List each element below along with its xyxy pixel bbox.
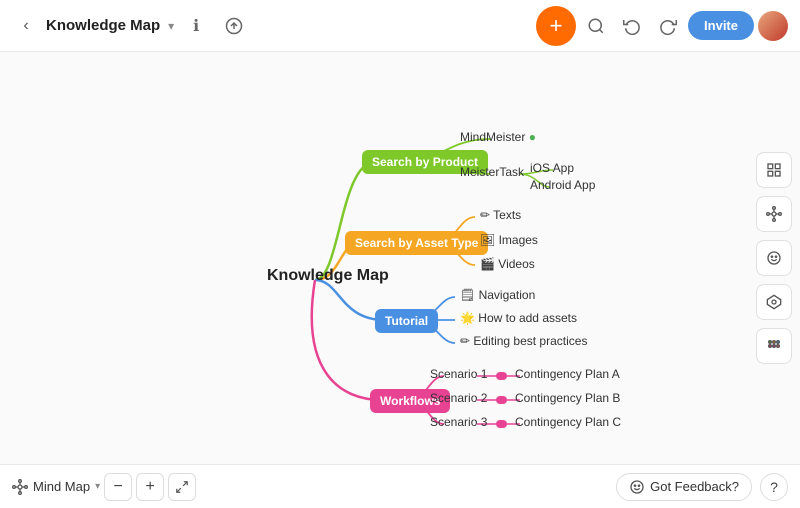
- map-type-caret: ▾: [95, 481, 100, 492]
- apps-button[interactable]: [756, 328, 792, 364]
- right-toolbar: [756, 152, 792, 364]
- map-type-button[interactable]: Mind Map ▾: [12, 479, 100, 495]
- redo-button[interactable]: [652, 10, 684, 42]
- leaf-ios: iOS App: [530, 161, 574, 175]
- add-button[interactable]: +: [536, 6, 576, 46]
- title-caret: ▾: [168, 19, 174, 33]
- help-button[interactable]: ?: [760, 473, 788, 501]
- invite-button[interactable]: Invite: [688, 11, 754, 40]
- leaf-contingency-b: Contingency Plan B: [515, 391, 620, 405]
- leaf-scenario1: Scenario 1: [430, 367, 487, 381]
- search-by-asset-type-node[interactable]: Search by Asset Type: [345, 231, 488, 255]
- header: ‹ Knowledge Map ▾ ℹ + Invite: [0, 0, 800, 52]
- document-title: Knowledge Map: [46, 17, 160, 34]
- info-button[interactable]: ℹ: [180, 10, 212, 42]
- header-left: ‹ Knowledge Map ▾ ℹ: [12, 10, 528, 42]
- layout-button[interactable]: [756, 196, 792, 232]
- header-center: + Invite: [536, 6, 788, 46]
- node-button[interactable]: [756, 284, 792, 320]
- tutorial-node[interactable]: Tutorial: [375, 309, 438, 333]
- feedback-button[interactable]: Got Feedback?: [616, 473, 752, 501]
- map-type-label: Mind Map: [33, 479, 90, 494]
- search-button[interactable]: [580, 10, 612, 42]
- leaf-images: 🖼 Images: [480, 233, 538, 247]
- zoom-out-button[interactable]: −: [104, 473, 132, 501]
- back-button[interactable]: ‹: [12, 12, 40, 40]
- leaf-contingency-a: Contingency Plan A: [515, 367, 620, 381]
- leaf-how-to: 🌟 How to add assets: [460, 311, 577, 325]
- upload-button[interactable]: [218, 10, 250, 42]
- bottom-left: Mind Map ▾ − +: [12, 473, 196, 501]
- undo-button[interactable]: [616, 10, 648, 42]
- leaf-editing: ✏ Editing best practices: [460, 334, 587, 348]
- leaf-scenario2: Scenario 2: [430, 391, 487, 405]
- leaf-texts: ✏ Texts: [480, 208, 521, 222]
- leaf-meistertask: MeisterTask: [460, 165, 524, 179]
- emoji-button[interactable]: [756, 240, 792, 276]
- leaf-android: Android App: [530, 178, 595, 192]
- fit-button[interactable]: [168, 473, 196, 501]
- bottom-bar: Mind Map ▾ − + Got Feedback? ?: [0, 464, 800, 508]
- center-node[interactable]: Knowledge Map: [267, 267, 389, 285]
- leaf-contingency-c: Contingency Plan C: [515, 415, 621, 429]
- avatar: [758, 11, 788, 41]
- zoom-in-button[interactable]: +: [136, 473, 164, 501]
- leaf-videos: 🎬 Videos: [480, 257, 535, 271]
- feedback-label: Got Feedback?: [650, 479, 739, 494]
- leaf-navigation: 🗒 Navigation: [460, 288, 535, 302]
- grid-button[interactable]: [756, 152, 792, 188]
- leaf-scenario3: Scenario 3: [430, 415, 487, 429]
- canvas: Knowledge Map Search by Product Search b…: [0, 52, 800, 464]
- leaf-mindmeister: MindMeister ●: [460, 130, 536, 144]
- bottom-right: Got Feedback? ?: [616, 473, 788, 501]
